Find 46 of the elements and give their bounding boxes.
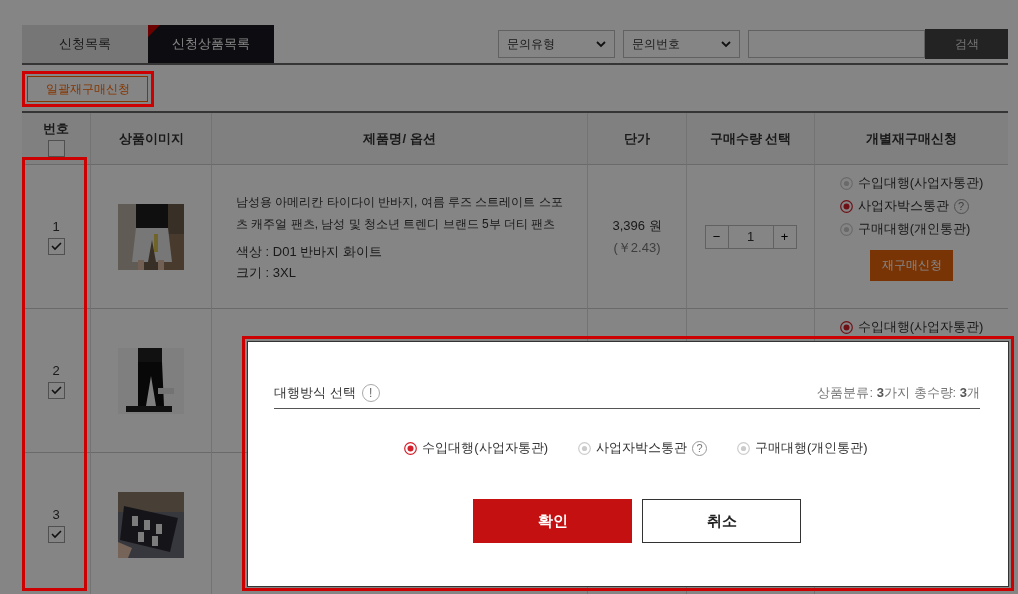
row-number: 2: [52, 362, 60, 378]
column-header: 구매수량 선택: [709, 129, 792, 148]
chevron-down-icon: [721, 40, 731, 48]
checkbox[interactable]: [47, 140, 65, 157]
column-header: 번호: [43, 120, 69, 138]
column-header: 상품이미지: [118, 129, 184, 148]
check-icon: [50, 529, 62, 539]
product-option: 크기 : 3XL: [236, 261, 563, 283]
quantity-value: 1: [727, 225, 774, 248]
row-number: 1: [52, 218, 60, 234]
filter-dropdown[interactable]: 문의유형: [498, 30, 615, 58]
radio-label[interactable]: 구매대행(개인통관): [857, 220, 971, 238]
radio-button[interactable]: [404, 441, 418, 455]
column-header: 개별재구매신청: [866, 129, 957, 148]
tab[interactable]: 신청상품목록: [148, 25, 274, 63]
check-icon: [50, 241, 62, 251]
chevron-down-icon: [596, 40, 606, 48]
column-header: 단가: [624, 129, 650, 148]
cancel-button[interactable]: 취소: [642, 499, 801, 543]
tab[interactable]: 신청목록: [22, 25, 148, 63]
quantity-stepper[interactable]: − 1 +: [704, 224, 797, 249]
search-button[interactable]: 검색: [925, 29, 1008, 59]
checkbox[interactable]: [47, 237, 65, 255]
radio-button[interactable]: [839, 320, 853, 334]
checkbox[interactable]: [47, 381, 65, 399]
summary-text: 상품분류: 3가지 총수량: 3개: [817, 384, 980, 402]
radio-label[interactable]: 수입대행(사업자통관): [857, 318, 984, 336]
filter-dropdown[interactable]: 문의번호: [623, 30, 740, 58]
radio-button[interactable]: [839, 199, 853, 213]
search-field[interactable]: [748, 30, 925, 58]
product-name: 남성용 아메리칸 타이다이 반바지, 여름 루즈 스트레이트 스포츠 캐주얼 팬츠, 남성 및 청소년 트렌디 브랜드 5부 더티 팬츠: [236, 193, 563, 233]
checkbox[interactable]: [47, 525, 65, 543]
reorder-button[interactable]: 재구매신청: [870, 250, 953, 281]
column-header: 제품명/ 옵션: [363, 129, 436, 148]
product-option: 색상 : D01 반바지 화이트: [236, 240, 563, 262]
confirm-button[interactable]: 확인: [473, 499, 632, 543]
row-number: 3: [52, 506, 60, 522]
check-icon: [50, 385, 62, 395]
radio-label[interactable]: 구매대행(개인통관): [755, 439, 868, 457]
radio-label[interactable]: 사업자박스통관: [857, 197, 949, 215]
price: 3,396 원: [612, 216, 662, 235]
radio-label[interactable]: 수입대행(사업자통관): [422, 439, 548, 457]
radio-label[interactable]: 사업자박스통관: [596, 439, 687, 457]
radio-label[interactable]: 수입대행(사업자통관): [857, 174, 984, 192]
price-yuan: (￥2.43): [613, 238, 661, 257]
dialog-title: 대행방식 선택: [274, 384, 356, 402]
